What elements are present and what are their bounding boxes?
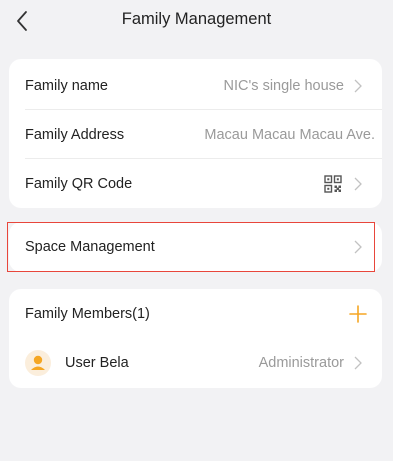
family-name-label: Family name [25, 78, 108, 94]
chevron-right-icon [354, 240, 362, 254]
family-members-label: Family Members(1) [25, 306, 150, 322]
family-qr-row[interactable]: Family QR Code [9, 159, 382, 209]
member-role: Administrator [258, 355, 344, 371]
family-address-row[interactable]: Family Address Macau Macau Macau Ave. [9, 110, 382, 160]
family-info-card: Family name NIC's single house Family Ad… [9, 59, 382, 208]
chevron-right-icon [354, 177, 362, 191]
chevron-right-icon [354, 356, 362, 370]
family-members-header: Family Members(1) [9, 289, 382, 339]
space-management-card: Space Management [9, 222, 382, 272]
family-address-label: Family Address [25, 127, 125, 143]
chevron-right-icon [354, 79, 362, 93]
member-row[interactable]: User Bela Administrator [9, 338, 382, 388]
plus-icon[interactable] [348, 304, 368, 324]
user-avatar-icon [25, 350, 51, 376]
family-address-value: Macau Macau Macau Ave. [204, 127, 375, 143]
family-name-row[interactable]: Family name NIC's single house [9, 61, 382, 111]
member-name: User Bela [65, 355, 129, 371]
family-name-value: NIC's single house [223, 78, 344, 94]
qr-code-icon [324, 175, 342, 193]
family-qr-label: Family QR Code [25, 176, 133, 192]
space-management-row[interactable]: Space Management [9, 222, 382, 272]
page-title: Family Management [121, 10, 272, 28]
family-members-card: Family Members(1) User Bela Administrato… [9, 289, 382, 388]
space-management-label: Space Management [25, 239, 155, 255]
top-nav-bar: Family Management [0, 0, 393, 44]
